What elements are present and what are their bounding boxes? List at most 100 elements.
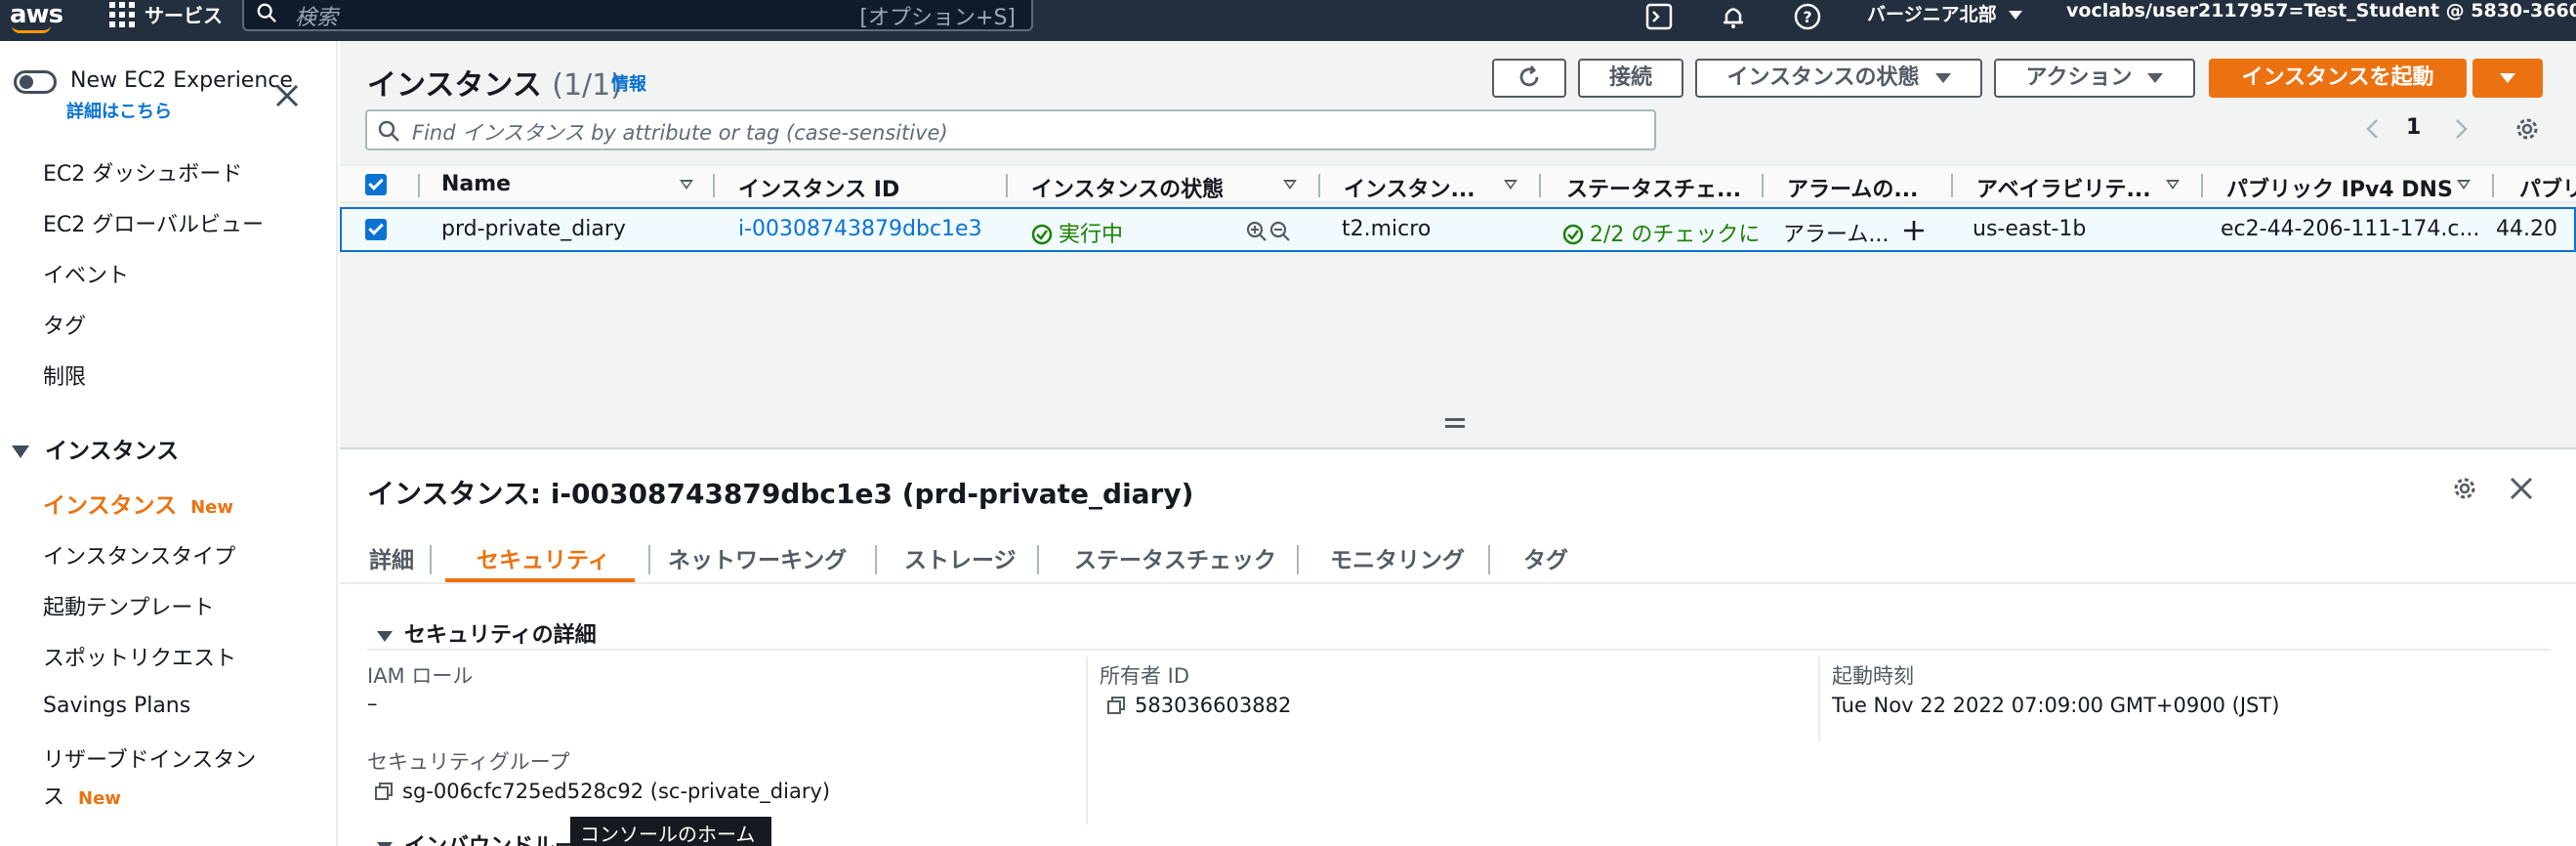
sidebar-item-reserved-instances[interactable]: リザーブドインスタン [43, 742, 256, 774]
column-header-public-ip[interactable]: パブリ [2519, 172, 2576, 203]
cell-instance-id-link[interactable]: i-00308743879dbc1e3 [738, 217, 982, 241]
search-icon [257, 3, 276, 22]
sort-icon[interactable] [1504, 180, 1517, 190]
inbound-rules-header[interactable]: インバウンドルール [377, 828, 598, 846]
table-row[interactable]: prd-private_diary i-00308743879dbc1e3 実行… [340, 207, 2576, 252]
tab-storage[interactable]: ストレージ [904, 541, 1017, 574]
tab-details[interactable]: 詳細 [369, 541, 414, 574]
connect-button[interactable]: 接続 [1578, 59, 1683, 98]
chevron-right-icon[interactable] [2451, 117, 2471, 141]
column-header-public-dns[interactable]: パブリック IPv4 DNS [2226, 172, 2453, 203]
sidebar-item-instances[interactable]: インスタンス New [43, 486, 233, 520]
column-header-alarm[interactable]: アラームの... [1787, 172, 1918, 203]
zoom-in-icon[interactable] [1246, 221, 1267, 242]
tab-networking[interactable]: ネットワーキング [668, 541, 847, 574]
close-icon[interactable] [2508, 475, 2535, 502]
sort-icon[interactable] [680, 180, 693, 190]
sidebar-item-label: インスタンス [43, 493, 178, 519]
sidebar-item-tags[interactable]: タグ [43, 309, 86, 340]
region-selector[interactable]: バージニア北部 [1867, 0, 2022, 26]
check-circle-icon [1562, 224, 1584, 245]
add-alarm-icon[interactable] [1902, 219, 1926, 242]
caret-down-icon [12, 445, 29, 458]
account-label: voclabs/user2117957=Test_Student @ 5830-… [2066, 0, 2576, 21]
new-badge: New [190, 497, 233, 518]
instance-filter-input[interactable]: Find インスタンス by attribute or tag (case-se… [365, 109, 1656, 150]
sidebar-item-dashboard[interactable]: EC2 ダッシュボード [43, 156, 242, 188]
help-icon[interactable]: ? [1793, 2, 1822, 31]
row-checkbox[interactable] [365, 219, 387, 240]
sidebar-item-limits[interactable]: 制限 [43, 360, 86, 391]
tab-status-checks[interactable]: ステータスチェック [1074, 541, 1276, 574]
sidebar-item-spot-requests[interactable]: スポットリクエスト [43, 641, 236, 672]
column-header-status-check[interactable]: ステータスチェ... [1566, 172, 1741, 203]
refresh-button[interactable] [1492, 59, 1566, 98]
copy-icon[interactable] [375, 783, 393, 800]
services-grid-icon[interactable] [109, 2, 135, 27]
copy-icon[interactable] [1107, 697, 1125, 714]
cell-name: prd-private_diary [441, 217, 626, 241]
sidebar-section-instances[interactable]: インスタンス [12, 432, 179, 465]
learn-more-link[interactable]: 詳細はこちら [66, 98, 172, 123]
sidebar-item-launch-templates[interactable]: 起動テンプレート [43, 590, 214, 621]
cloudshell-icon[interactable] [1644, 2, 1674, 31]
aws-logo-smile-icon [12, 25, 51, 33]
sidebar-section-label: インスタンス [45, 439, 180, 464]
instance-state-button[interactable]: インスタンスの状態 [1695, 59, 1982, 98]
info-link[interactable]: 情報 [611, 70, 646, 96]
global-search-input[interactable]: 検索 [オプション+S] [242, 0, 1033, 31]
launch-dropdown-button[interactable] [2472, 59, 2543, 98]
sidebar-item-savings-plans[interactable]: Savings Plans [43, 694, 190, 718]
cell-availability-zone: us-east-1b [1973, 217, 2087, 241]
gear-icon[interactable] [2514, 115, 2541, 143]
sidebar-item-reserved-instances-cont[interactable]: ス New [43, 780, 121, 811]
cell-instance-type: t2.micro [1342, 217, 1432, 241]
page-title-text: インスタンス [367, 68, 542, 103]
select-all-checkbox[interactable] [365, 174, 387, 195]
new-experience-toggle[interactable] [14, 70, 57, 94]
sort-icon[interactable] [2166, 180, 2180, 190]
column-header-type[interactable]: インスタン... [1344, 172, 1475, 203]
cell-public-ip: 44.20 [2496, 217, 2557, 241]
sidebar-item-global-view[interactable]: EC2 グローバルビュー [43, 207, 264, 238]
chevron-down-icon [2147, 73, 2164, 83]
zoom-out-icon[interactable] [1269, 221, 1291, 242]
column-header-availability-zone[interactable]: アベイラビリテ... [1976, 172, 2151, 203]
cell-status-check: 2/2 のチェックに [1562, 217, 1760, 248]
sidebar-item-events[interactable]: イベント [43, 258, 129, 289]
actions-button[interactable]: アクション [1994, 59, 2195, 98]
sort-icon[interactable] [2457, 180, 2471, 190]
security-details-header[interactable]: セキュリティの詳細 [377, 617, 597, 649]
column-header-state[interactable]: インスタンスの状態 [1031, 172, 1224, 203]
tab-security[interactable]: セキュリティ [477, 541, 610, 574]
refresh-icon [1519, 65, 1539, 87]
resize-handle-icon[interactable] [1445, 418, 1465, 428]
search-placeholder: 検索 [295, 6, 339, 30]
cell-public-dns: ec2-44-206-111-174.c... [2221, 217, 2480, 241]
tab-tags[interactable]: タグ [1523, 541, 1568, 574]
tab-monitoring[interactable]: モニタリング [1330, 541, 1465, 574]
sidebar-item-instance-types[interactable]: インスタンスタイプ [43, 539, 235, 571]
owner-id-text: 583036603882 [1135, 694, 1292, 717]
services-menu[interactable]: サービス [145, 0, 223, 28]
active-tab-indicator [445, 578, 635, 582]
chevron-down-icon [2500, 73, 2515, 83]
top-navigation: aws サービス 検索 [オプション+S] ? バージニア北部 voclabs/… [0, 0, 2576, 41]
sort-icon[interactable] [1283, 180, 1297, 190]
gear-icon[interactable] [2451, 475, 2478, 502]
bell-icon[interactable] [1719, 2, 1748, 31]
security-group-link[interactable]: sg-006cfc725ed528c92 (sc-private_diary) [375, 780, 830, 803]
button-label: インスタンスの状態 [1726, 65, 1920, 90]
close-icon[interactable] [273, 82, 301, 109]
column-header-instance-id[interactable]: インスタンス ID [738, 172, 899, 203]
column-header-name[interactable]: Name [441, 172, 511, 196]
filter-placeholder: Find インスタンス by attribute or tag (case-se… [412, 121, 948, 145]
launch-instances-button[interactable]: インスタンスを起動 [2209, 59, 2467, 98]
security-group-text: sg-006cfc725ed528c92 (sc-private_diary) [402, 780, 831, 803]
current-page[interactable]: 1 [2406, 115, 2421, 140]
search-icon [378, 120, 399, 142]
account-menu[interactable]: voclabs/user2117957=Test_Student @ 5830-… [2066, 0, 2576, 21]
chevron-left-icon[interactable] [2363, 117, 2383, 141]
table-header: Name インスタンス ID インスタンスの状態 インスタン... ステータスチ… [340, 164, 2576, 203]
detail-panel: インスタンス: i-00308743879dbc1e3 (prd-private… [340, 449, 2576, 846]
